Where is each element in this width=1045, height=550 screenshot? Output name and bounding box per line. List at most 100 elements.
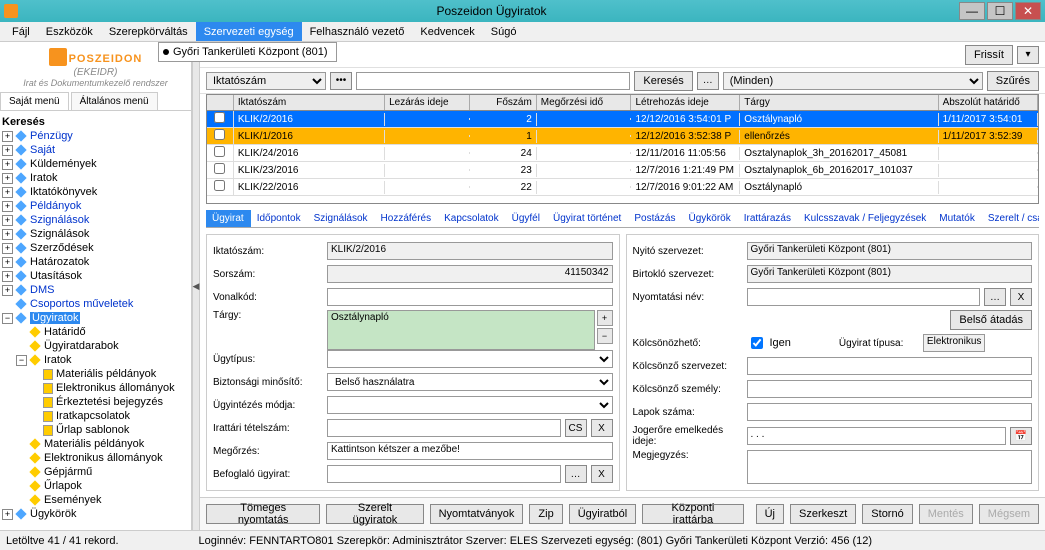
tab-sajat-menu[interactable]: Saját menü — [0, 92, 69, 110]
tab-ugyirat[interactable]: Ügyirat — [206, 210, 251, 227]
search-button[interactable]: Keresés — [634, 71, 692, 91]
filter-button[interactable]: Szűrés — [987, 71, 1039, 91]
status-right: Loginnév: FENNTARTO801 Szerepkör: Admini… — [199, 535, 873, 547]
statusbar: Letöltve 41 / 41 rekord. Loginnév: FENNT… — [0, 530, 1045, 550]
menubar: Fájl Eszközök Szerepkörváltás Szervezeti… — [0, 22, 1045, 42]
menu-sugo[interactable]: Súgó — [483, 22, 525, 41]
doc-icon — [43, 369, 53, 380]
mentes-button[interactable]: Mentés — [919, 504, 973, 524]
titlebar: Poszeidon Ügyiratok — ☐ ✕ — [0, 0, 1045, 22]
tree-header: Keresés — [2, 116, 45, 128]
filter-select[interactable]: (Minden) — [723, 72, 983, 90]
x-button-3[interactable]: X — [1010, 288, 1032, 306]
add-icon[interactable]: + — [597, 310, 613, 326]
table-row[interactable]: KLIK/23/20162312/7/2016 1:21:49 PMOsztal… — [207, 162, 1038, 179]
tree-iratok2[interactable]: Iratok — [44, 354, 72, 366]
browse2-button[interactable]: … — [984, 288, 1006, 306]
tree-penzugy[interactable]: Pénzügy — [30, 130, 73, 142]
birt-field: Győri Tankerületi Központ (801) — [747, 265, 1033, 283]
kozponti-button[interactable]: Központi irattárba — [642, 504, 743, 524]
table-row[interactable]: KLIK/22/20162212/7/2016 9:01:22 AMOsztál… — [207, 179, 1038, 196]
dots-button[interactable]: ••• — [330, 72, 352, 90]
nyom-field[interactable] — [747, 288, 981, 306]
menu-fajl[interactable]: Fájl — [4, 22, 38, 41]
tree-hatarido[interactable]: Határidő — [44, 326, 86, 338]
tree-sajat[interactable]: Saját — [30, 144, 55, 156]
kolcsszem-field[interactable] — [747, 380, 1033, 398]
minimize-button[interactable]: — — [959, 2, 985, 20]
more-button[interactable]: … — [697, 72, 719, 90]
dropdown-text: Győri Tankerületi Központ (801) — [173, 46, 328, 58]
bizt-select[interactable]: Belső használatra — [327, 373, 613, 391]
tree-ugyiratok[interactable]: Ügyiratok — [30, 312, 80, 324]
table-row[interactable]: KLIK/24/20162412/11/2016 11:05:56Osztaly… — [207, 145, 1038, 162]
tree-dms[interactable]: DMS — [30, 284, 54, 296]
tree-csoportos[interactable]: Csoportos műveletek — [30, 298, 133, 310]
menu-szerepkor[interactable]: Szerepkörváltás — [101, 22, 196, 41]
ugytipus-select[interactable] — [327, 350, 613, 368]
ugyiratbol-button[interactable]: Ügyiratból — [569, 504, 637, 524]
belso-atadas-button[interactable]: Belső átadás — [950, 310, 1032, 330]
szerelt-button[interactable]: Szerelt ügyiratok — [326, 504, 423, 524]
search-field-select[interactable]: Iktatószám — [206, 72, 326, 90]
kolcs-checkbox[interactable] — [751, 337, 763, 349]
tree-szignalasok2[interactable]: Szignálások — [30, 228, 89, 240]
uj-button[interactable]: Új — [756, 504, 784, 524]
storno-button[interactable]: Stornó — [862, 504, 912, 524]
tree-szignalasok[interactable]: Szignálások — [30, 214, 89, 226]
vonalkod-field[interactable] — [327, 288, 613, 306]
remove-icon[interactable]: − — [597, 328, 613, 344]
collapse-bar[interactable]: ◀ — [192, 42, 200, 530]
tree-utasitasok[interactable]: Utasítások — [30, 270, 82, 282]
logo-description: Irat és Dokumentumkezelő rendszer — [6, 78, 185, 88]
joge-field[interactable]: . . . — [747, 427, 1007, 445]
menu-dropdown[interactable]: Győri Tankerületi Központ (801) — [158, 42, 337, 62]
sorszam-field: 41150342 — [327, 265, 613, 283]
x-button-2[interactable]: X — [591, 465, 613, 483]
menu-szervezeti[interactable]: Szervezeti egység — [196, 22, 302, 41]
megj-field[interactable] — [747, 450, 1033, 484]
tree-szerzodesek[interactable]: Szerződések — [30, 242, 94, 254]
menu-eszkozok[interactable]: Eszközök — [38, 22, 101, 41]
szerkeszt-button[interactable]: Szerkeszt — [790, 504, 856, 524]
calendar-icon[interactable]: 📅 — [1010, 427, 1032, 445]
tree-hatarozatok[interactable]: Határozatok — [30, 256, 89, 268]
logo-subtitle: (EKEIDR) — [6, 67, 185, 78]
cs-button[interactable]: CS — [565, 419, 587, 437]
tree[interactable]: Keresés +Pénzügy +Saját +Küldemények +Ir… — [0, 111, 191, 530]
expand-icon[interactable]: + — [2, 131, 13, 142]
refresh-button[interactable]: Frissít — [965, 45, 1013, 65]
table-row[interactable]: KLIK/2/2016212/12/2016 3:54:01 POsztályn… — [207, 111, 1038, 128]
megsem-button[interactable]: Mégsem — [979, 504, 1039, 524]
bullet-icon — [163, 49, 169, 55]
diamond-icon — [15, 130, 26, 141]
irattari-field[interactable] — [327, 419, 561, 437]
detail-tabs: Ügyirat Időpontok Szignálások Hozzáférés… — [206, 210, 1039, 228]
megorz-field[interactable]: Kattintson kétszer a mezőbe! — [327, 442, 613, 460]
befog-field[interactable] — [327, 465, 561, 483]
menu-felhasznalo[interactable]: Felhasználó vezető — [302, 22, 413, 41]
tree-kuldemenyek[interactable]: Küldemények — [30, 158, 97, 170]
browse-button[interactable]: … — [565, 465, 587, 483]
kolcssz-field[interactable] — [747, 357, 1033, 375]
zip-button[interactable]: Zip — [529, 504, 562, 524]
col-checkbox[interactable] — [207, 95, 234, 110]
tree-iktatokonyvek[interactable]: Iktatókönyvek — [30, 186, 97, 198]
tomeges-button[interactable]: Tömeges nyomtatás — [206, 504, 320, 524]
table-row[interactable]: KLIK/1/2016112/12/2016 3:52:38 Pellenőrz… — [207, 128, 1038, 145]
maximize-button[interactable]: ☐ — [987, 2, 1013, 20]
tab-altalanos-menu[interactable]: Általános menü — [71, 92, 158, 110]
lapok-field[interactable] — [747, 403, 1033, 421]
nyomtatvanyok-button[interactable]: Nyomtatványok — [430, 504, 524, 524]
tree-iratok[interactable]: Iratok — [30, 172, 58, 184]
expand-button[interactable]: ▾ — [1017, 46, 1039, 64]
targy-field[interactable]: Osztálynapló — [327, 310, 595, 350]
x-button-1[interactable]: X — [591, 419, 613, 437]
close-button[interactable]: ✕ — [1015, 2, 1041, 20]
search-input[interactable] — [356, 72, 630, 90]
tree-peldanyok[interactable]: Példányok — [30, 200, 81, 212]
ugymod-select[interactable] — [327, 396, 613, 414]
tree-ugyiratdarabok[interactable]: Ügyiratdarabok — [44, 340, 119, 352]
chevron-left-icon: ◀ — [193, 281, 200, 292]
menu-kedvencek[interactable]: Kedvencek — [412, 22, 482, 41]
